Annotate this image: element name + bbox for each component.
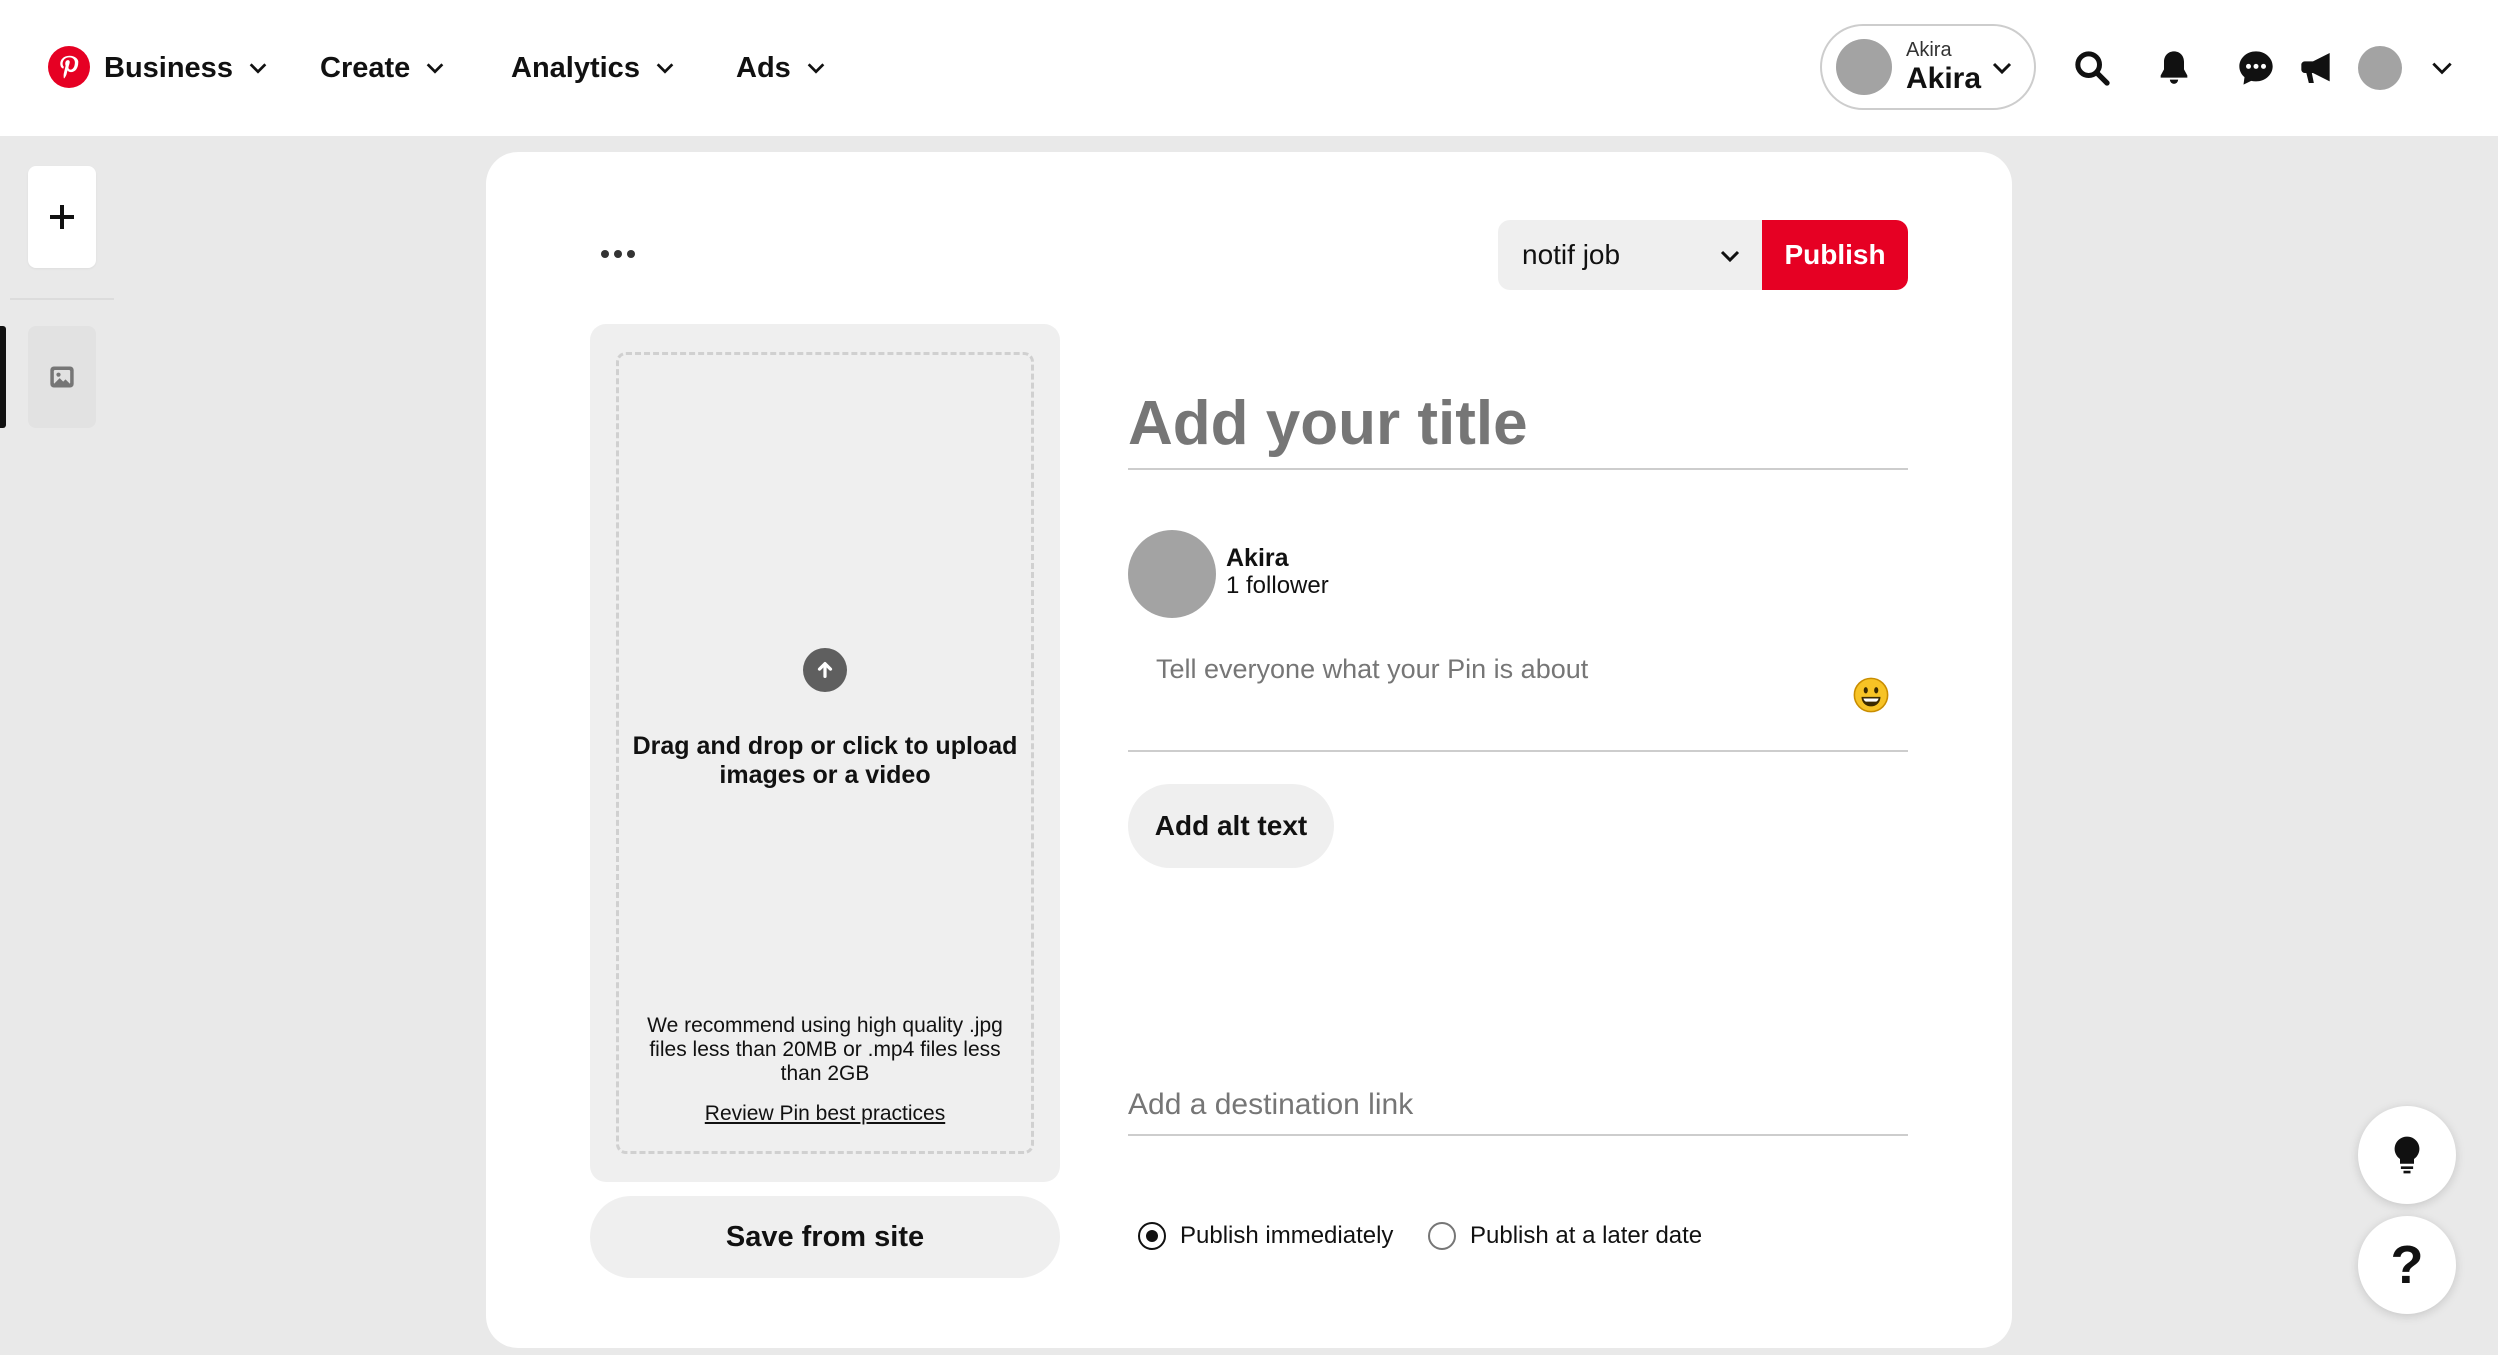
nav-create-menu[interactable]: Create bbox=[320, 44, 446, 92]
lightbulb-icon bbox=[2394, 1136, 2420, 1174]
chevron-down-icon bbox=[249, 63, 267, 74]
messages-icon[interactable] bbox=[2232, 44, 2280, 92]
image-icon bbox=[50, 366, 74, 388]
rail-divider bbox=[10, 298, 114, 300]
create-new-pin-button[interactable] bbox=[28, 166, 96, 268]
pin-description-input[interactable] bbox=[1128, 640, 1908, 752]
chevron-down-icon bbox=[1720, 250, 1740, 263]
tips-lightbulb-button[interactable] bbox=[2358, 1106, 2456, 1204]
more-options-icon[interactable] bbox=[594, 236, 642, 272]
upload-arrow-icon bbox=[803, 648, 847, 692]
account-label-small: Akira bbox=[1906, 39, 1952, 61]
destination-link-input[interactable] bbox=[1128, 1076, 1908, 1136]
top-navigation-bar: Business Create Analytics Ads Akira Akir… bbox=[0, 0, 2498, 136]
board-select-value: notif job bbox=[1522, 239, 1621, 270]
chevron-down-icon bbox=[807, 63, 825, 74]
nav-business-menu[interactable]: Business bbox=[104, 44, 269, 92]
radio-unselected-icon bbox=[1428, 1222, 1456, 1250]
nav-analytics-label: Analytics bbox=[511, 51, 640, 84]
radio-selected-icon bbox=[1138, 1222, 1166, 1250]
megaphone-icon[interactable] bbox=[2294, 44, 2342, 92]
add-alt-text-button[interactable]: Add alt text bbox=[1128, 784, 1334, 868]
review-best-practices-link[interactable]: Review Pin best practices bbox=[630, 1102, 1020, 1126]
nav-analytics-menu[interactable]: Analytics bbox=[511, 44, 676, 92]
publish-button[interactable]: Publish bbox=[1762, 220, 1908, 290]
search-icon[interactable] bbox=[2068, 44, 2116, 92]
publish-immediately-radio[interactable]: Publish immediately bbox=[1138, 1222, 1393, 1250]
account-label-big: Akira bbox=[1906, 62, 1982, 95]
pin-draft-thumbnail[interactable] bbox=[28, 326, 96, 428]
help-button[interactable]: ? bbox=[2358, 1216, 2456, 1314]
upload-instructions: Drag and drop or click to upload images … bbox=[632, 732, 1018, 789]
chevron-down-icon bbox=[426, 63, 444, 74]
publish-immediately-label: Publish immediately bbox=[1180, 1222, 1394, 1249]
publish-later-label: Publish at a later date bbox=[1470, 1222, 1703, 1249]
media-upload-area[interactable]: Drag and drop or click to upload images … bbox=[590, 324, 1060, 1182]
accounts-chevron-down-icon[interactable] bbox=[2418, 44, 2466, 92]
pin-title-input[interactable] bbox=[1128, 378, 1908, 470]
nav-ads-label: Ads bbox=[736, 51, 791, 84]
account-avatar bbox=[1836, 39, 1892, 95]
save-from-site-button[interactable]: Save from site bbox=[590, 1196, 1060, 1278]
publish-later-radio[interactable]: Publish at a later date bbox=[1428, 1222, 1702, 1250]
board-select-dropdown[interactable]: notif job bbox=[1498, 220, 1762, 290]
selected-draft-indicator bbox=[0, 326, 6, 428]
account-switcher[interactable]: Akira Akira bbox=[1820, 24, 2036, 110]
emoji-picker-icon[interactable] bbox=[1852, 676, 1890, 714]
user-follower-count: 1 follower bbox=[1226, 572, 1329, 599]
nav-create-label: Create bbox=[320, 51, 411, 84]
nav-business-label: Business bbox=[104, 51, 233, 84]
pinterest-logo-icon[interactable] bbox=[48, 46, 90, 88]
chevron-down-icon bbox=[656, 63, 674, 74]
user-avatar bbox=[1128, 530, 1216, 618]
question-mark-icon: ? bbox=[2390, 1235, 2424, 1295]
chevron-down-icon bbox=[1992, 62, 2012, 75]
nav-ads-menu[interactable]: Ads bbox=[736, 44, 827, 92]
bell-icon[interactable] bbox=[2150, 44, 2198, 92]
profile-avatar[interactable] bbox=[2358, 46, 2402, 90]
user-name: Akira bbox=[1226, 544, 1289, 572]
upload-recommendation: We recommend using high quality .jpg fil… bbox=[647, 1014, 1003, 1086]
plus-icon bbox=[50, 205, 74, 229]
